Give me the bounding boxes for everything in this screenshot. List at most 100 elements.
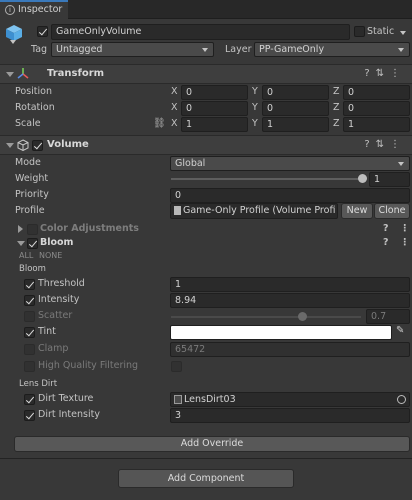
weight-label: Weight	[15, 173, 49, 184]
tab-inspector-label: Inspector	[18, 4, 63, 15]
object-name-field[interactable]: GameOnlyVolume	[51, 24, 350, 40]
weight-field[interactable]: 1	[369, 172, 410, 187]
profile-label: Profile	[15, 205, 45, 216]
rotation-z-field[interactable]: 0	[343, 101, 410, 116]
volume-title: Volume	[47, 139, 89, 150]
document-icon	[174, 206, 181, 215]
threshold-override-checkbox[interactable]	[24, 279, 35, 290]
threshold-label: Threshold	[38, 278, 85, 289]
intensity-field[interactable]: 8.94	[170, 293, 410, 308]
position-x-field[interactable]: 0	[181, 85, 248, 100]
axis-y-label[interactable]: Y	[252, 118, 258, 129]
active-checkbox[interactable]	[37, 26, 48, 37]
tag-dropdown[interactable]: Untagged	[51, 42, 214, 57]
object-picker-icon[interactable]	[397, 395, 406, 404]
menu-icon[interactable]: ⋮	[400, 237, 410, 248]
intensity-override-checkbox[interactable]	[24, 295, 35, 306]
link-icon[interactable]: ⛓	[153, 118, 166, 129]
position-z-field[interactable]: 0	[343, 85, 410, 100]
clamp-override-checkbox[interactable]	[24, 344, 35, 355]
clamp-label: Clamp	[38, 343, 69, 354]
scatter-slider-track[interactable]	[171, 316, 361, 318]
component-menu-icons[interactable]: ?⇅⋮	[364, 68, 406, 79]
layer-dropdown[interactable]: PP-GameOnly	[254, 42, 410, 57]
tint-override-checkbox[interactable]	[24, 327, 35, 338]
dirt-texture-field[interactable]: LensDirt03	[170, 392, 410, 407]
layer-label: Layer	[225, 44, 252, 55]
static-dropdown-icon[interactable]	[400, 31, 406, 35]
clone-profile-button[interactable]: Clone	[374, 203, 410, 219]
transform-header[interactable]: Transform ?⇅⋮	[0, 64, 412, 84]
hq-filtering-checkbox[interactable]	[171, 361, 182, 372]
texture-icon	[174, 395, 182, 404]
dirt-intensity-row: Dirt Intensity 3	[0, 407, 412, 425]
tab-inspector[interactable]: i Inspector	[0, 0, 68, 20]
scale-row: Scale ⛓ X 1 Y 1 Z 1	[0, 116, 412, 134]
bloom-header[interactable]: Bloom ? ⋮	[0, 236, 412, 250]
color-adjustments-title: Color Adjustments	[40, 223, 139, 234]
all-toggle[interactable]: ALL	[19, 251, 33, 260]
scatter-override-checkbox[interactable]	[24, 311, 35, 322]
color-adjustments-header[interactable]: Color Adjustments ? ⋮	[0, 222, 412, 236]
axis-y-label[interactable]: Y	[252, 86, 258, 97]
priority-field[interactable]: 0	[170, 188, 410, 203]
bloom-title: Bloom	[40, 237, 74, 248]
mode-label: Mode	[15, 157, 41, 168]
dirt-texture-value: LensDirt03	[184, 394, 236, 405]
scale-z-field[interactable]: 1	[343, 117, 410, 132]
weight-slider-track[interactable]	[171, 178, 364, 180]
axis-x-label[interactable]: X	[171, 102, 178, 113]
transform-title: Transform	[47, 68, 105, 79]
mode-dropdown[interactable]: Global	[170, 156, 410, 171]
static-checkbox[interactable]	[354, 26, 365, 37]
scale-y-field[interactable]: 1	[262, 117, 329, 132]
bloom-section-label: Bloom	[19, 264, 46, 274]
color-adjustments-checkbox[interactable]	[27, 224, 38, 235]
profile-field[interactable]: Game-Only Profile (Volume Profi	[170, 203, 338, 219]
priority-label: Priority	[15, 189, 49, 200]
intensity-label: Intensity	[38, 294, 80, 305]
add-component-button[interactable]: Add Component	[118, 469, 294, 488]
hq-filtering-row: High Quality Filtering	[0, 358, 412, 376]
volume-header[interactable]: Volume ?⇅⋮	[0, 135, 412, 155]
new-profile-button[interactable]: New	[341, 203, 373, 219]
axis-x-label[interactable]: X	[171, 86, 178, 97]
axis-x-label[interactable]: X	[171, 118, 178, 129]
menu-icon[interactable]: ⋮	[400, 223, 410, 234]
component-menu-icons[interactable]: ?⇅⋮	[364, 139, 406, 150]
axis-z-label[interactable]: Z	[333, 118, 340, 129]
axis-y-label[interactable]: Y	[252, 102, 258, 113]
position-y-field[interactable]: 0	[262, 85, 329, 100]
clamp-row: Clamp 65472	[0, 341, 412, 359]
add-override-button[interactable]: Add Override	[14, 436, 410, 452]
rotation-x-field[interactable]: 0	[181, 101, 248, 116]
position-label: Position	[15, 86, 52, 97]
help-icon[interactable]: ?	[383, 223, 389, 234]
axis-z-label[interactable]: Z	[333, 86, 340, 97]
scatter-slider-thumb[interactable]	[298, 312, 307, 321]
foldout-arrow-icon	[6, 72, 14, 77]
bloom-enabled-checkbox[interactable]	[27, 238, 38, 249]
rotation-y-field[interactable]: 0	[262, 101, 329, 116]
volume-enabled-checkbox[interactable]	[32, 140, 43, 151]
axis-z-label[interactable]: Z	[333, 102, 340, 113]
tint-label: Tint	[38, 326, 56, 337]
dropdown-arrow-icon[interactable]	[10, 40, 16, 44]
scatter-field[interactable]: 0.7	[366, 309, 410, 324]
none-toggle[interactable]: NONE	[39, 251, 62, 260]
dirt-intensity-field[interactable]: 3	[170, 408, 410, 423]
eyedropper-icon[interactable]: ✎	[396, 325, 404, 336]
scatter-label: Scatter	[38, 310, 73, 321]
dirt-texture-override-checkbox[interactable]	[24, 394, 35, 405]
help-icon[interactable]: ?	[383, 237, 389, 248]
clamp-field[interactable]: 65472	[170, 342, 410, 357]
foldout-arrow-icon	[17, 241, 25, 246]
scale-x-field[interactable]: 1	[181, 117, 248, 132]
hq-filtering-override-checkbox[interactable]	[24, 361, 35, 372]
transform-icon	[17, 68, 29, 80]
dirt-intensity-override-checkbox[interactable]	[24, 410, 35, 421]
threshold-field[interactable]: 1	[170, 277, 410, 292]
weight-slider-thumb[interactable]	[358, 174, 367, 183]
tint-color-swatch[interactable]	[170, 325, 392, 340]
cube-icon	[17, 139, 29, 152]
